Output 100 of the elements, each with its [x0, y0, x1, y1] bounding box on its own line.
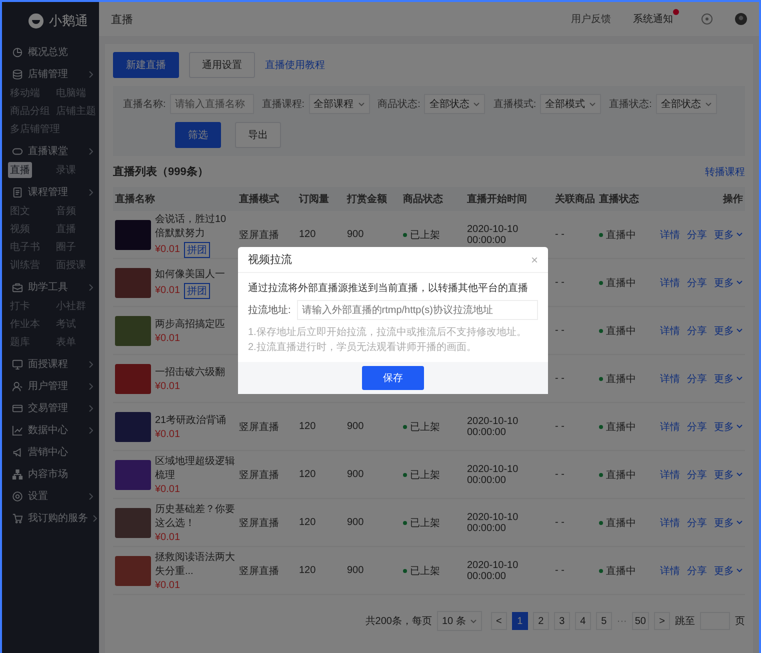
caret-icon — [589, 102, 596, 106]
caret-icon — [736, 520, 743, 525]
action-link[interactable]: 详情 — [660, 468, 680, 482]
user-icon — [12, 380, 23, 392]
action-link[interactable]: 分享 — [687, 276, 707, 290]
action-link[interactable]: 更多 — [714, 372, 743, 386]
save-button[interactable]: 保存 — [362, 366, 424, 390]
cart-icon — [12, 512, 23, 524]
action-link[interactable]: 更多 — [714, 468, 743, 482]
price: ¥0.01 — [155, 244, 180, 255]
page-button[interactable]: 4 — [574, 612, 591, 630]
sidebar-item[interactable]: 内容市场 — [28, 467, 93, 481]
prev-page-button[interactable]: < — [490, 612, 507, 630]
filter-button[interactable]: 筛选 — [175, 122, 221, 148]
table-cell-text: 竖屏直播 — [239, 516, 280, 530]
action-link[interactable]: 详情 — [660, 420, 680, 434]
rebroadcast-link[interactable]: 转播课程 — [705, 164, 745, 178]
sidebar-item[interactable]: 我订购的服务 — [28, 511, 88, 525]
avatar-icon[interactable] — [735, 13, 747, 25]
filter-label: 直播状态: — [609, 98, 652, 111]
action-link[interactable]: 分享 — [687, 324, 707, 338]
live-title: 历史基础差？你要这么选！ — [155, 502, 235, 530]
sidebar-item[interactable]: 直播课堂 — [28, 144, 84, 158]
table-cell-text: - - — [555, 373, 566, 384]
caret-icon — [736, 472, 743, 477]
sidebar-item[interactable]: 店铺管理 — [28, 67, 84, 81]
action-link[interactable]: 更多 — [714, 564, 743, 578]
page-button[interactable]: 5 — [596, 612, 612, 630]
stream-url-field[interactable]: 请输入外部直播的rtmp/http(s)协议拉流地址 — [296, 300, 538, 320]
price: ¥0.01 — [155, 484, 180, 495]
action-link[interactable]: 详情 — [660, 516, 680, 530]
start-time: 2020-10-10 00:00:00 — [467, 224, 520, 246]
caret-icon — [736, 424, 743, 429]
cylinder-icon — [12, 68, 23, 80]
sidebar-item[interactable]: 设置 — [28, 489, 84, 503]
page-button[interactable]: 50 — [632, 612, 649, 630]
action-link[interactable]: 分享 — [687, 372, 707, 386]
start-time: 2020-10-10 00:00:00 — [467, 464, 520, 486]
sidebar-item[interactable]: 面授课程 — [28, 357, 84, 371]
filter-dropdown[interactable]: 全部状态 — [424, 94, 486, 114]
feedback-link[interactable]: 用户反馈 — [571, 12, 611, 26]
table-cell-text: - - — [555, 421, 566, 432]
action-link[interactable]: 分享 — [687, 516, 707, 530]
settings-icon — [12, 490, 23, 502]
status-dot — [599, 328, 603, 332]
sidebar-item[interactable]: 营销中心 — [28, 445, 93, 459]
line-chart-icon — [12, 424, 23, 436]
live-status: 直播中 — [606, 324, 636, 338]
action-link[interactable]: 分享 — [687, 468, 707, 482]
action-link[interactable]: 详情 — [660, 372, 680, 386]
name-search-field[interactable]: 请输入直播名称 — [170, 94, 254, 114]
sidebar-item[interactable]: 用户管理 — [28, 379, 84, 393]
filter-dropdown[interactable]: 全部课程 — [308, 94, 370, 114]
export-button[interactable]: 导出 — [235, 122, 281, 148]
notifications-link[interactable]: 系统通知 — [633, 12, 673, 26]
sidebar-item[interactable]: 数据中心 — [28, 423, 84, 437]
action-link[interactable]: 更多 — [714, 276, 743, 290]
action-link[interactable]: 更多 — [714, 228, 743, 242]
new-live-button[interactable]: 新建直播 — [113, 52, 179, 78]
caret-icon — [736, 232, 743, 237]
action-link[interactable]: 详情 — [660, 324, 680, 338]
hint-text: 1.保存地址后立即开始拉流，拉流中或推流后不支持修改地址。 — [248, 326, 528, 339]
page-size-dropdown[interactable]: 10 条 — [436, 611, 482, 631]
filter-dropdown[interactable]: 全部状态 — [656, 94, 717, 114]
sidebar-item[interactable]: 课程管理 — [28, 185, 84, 199]
action-link[interactable]: 更多 — [714, 324, 743, 338]
logo-icon — [28, 13, 44, 29]
photo-placeholder — [115, 316, 151, 346]
action-link[interactable]: 分享 — [687, 228, 707, 242]
table-cell-text: 竖屏直播 — [239, 228, 280, 242]
settings-button[interactable]: 通用设置 — [189, 52, 255, 78]
action-link[interactable]: 更多 — [714, 516, 743, 530]
action-link[interactable]: 详情 — [660, 564, 680, 578]
page-button[interactable]: 2 — [532, 612, 549, 630]
help-icon[interactable] — [701, 13, 713, 25]
hint-text: 2.拉流直播进行时，学员无法观看讲师开播的画面。 — [248, 340, 478, 354]
table-cell-text: - - — [555, 277, 566, 288]
filter-dropdown[interactable]: 全部模式 — [540, 94, 602, 114]
live-title: 拯救阅读语法两大失分重... — [155, 550, 235, 578]
action-link[interactable]: 分享 — [687, 420, 707, 434]
close-button[interactable]: × — [530, 252, 538, 266]
megaphone-icon — [12, 446, 23, 458]
action-link[interactable]: 详情 — [660, 228, 680, 242]
action-link[interactable]: 详情 — [660, 276, 680, 290]
table-cell-text: 900 — [347, 517, 365, 528]
sidebar-item[interactable]: 概况总览 — [28, 45, 93, 59]
next-page-button[interactable]: > — [654, 612, 670, 630]
tutorial-link[interactable]: 直播使用教程 — [265, 58, 325, 72]
table-cell-text: - - — [555, 469, 566, 480]
sidebar-subitem[interactable]: 直播 — [8, 162, 32, 178]
table-cell-text: 900 — [347, 229, 365, 240]
list-title: 直播列表（999条） — [113, 164, 208, 179]
page-button[interactable]: 1 — [512, 612, 528, 630]
action-link[interactable]: 更多 — [714, 420, 743, 434]
action-link[interactable]: 分享 — [687, 564, 707, 578]
page-button[interactable]: 3 — [554, 612, 570, 630]
sidebar-item[interactable]: 助学工具 — [28, 280, 84, 294]
product-status: 已上架 — [410, 516, 440, 530]
sidebar-item[interactable]: 交易管理 — [28, 401, 84, 415]
live-status: 直播中 — [606, 276, 636, 290]
